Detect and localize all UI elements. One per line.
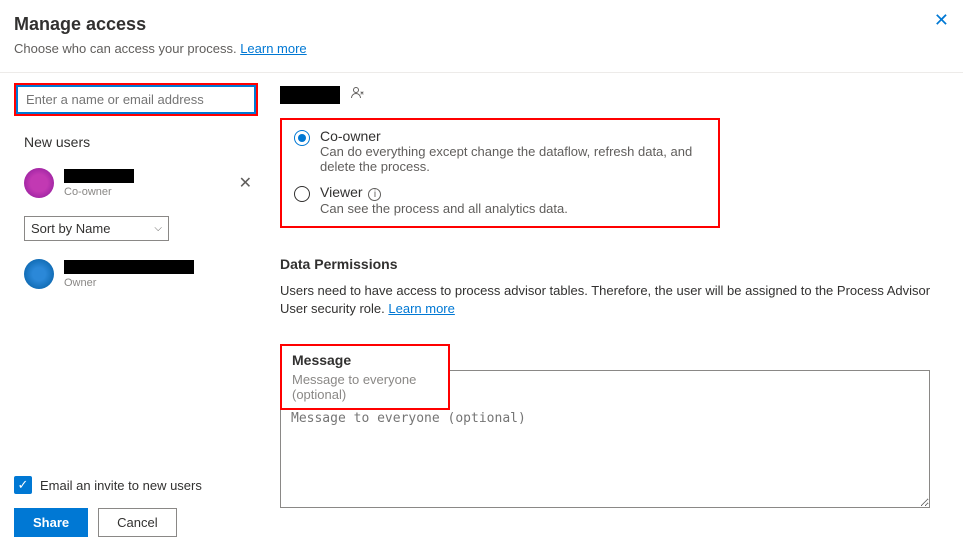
user-role: Co-owner [64, 186, 223, 198]
radio-icon[interactable] [294, 186, 310, 202]
message-title: Message [292, 352, 438, 368]
page-title: Manage access [14, 14, 949, 35]
cancel-button[interactable]: Cancel [98, 508, 176, 537]
role-option-viewer[interactable]: Viewer i Can see the process and all ana… [294, 184, 706, 216]
avatar [24, 168, 54, 198]
permissions-learn-more-link[interactable]: Learn more [388, 301, 454, 316]
radio-selected-icon[interactable] [294, 130, 310, 146]
selected-user-redacted [280, 86, 340, 104]
search-input[interactable] [17, 86, 255, 113]
message-placeholder-preview: Message to everyone (optional) [292, 372, 438, 402]
user-role: Owner [64, 277, 258, 289]
remove-user-icon[interactable]: ✕ [233, 173, 258, 193]
sort-label: Sort by Name [31, 221, 110, 236]
user-name-redacted [64, 260, 194, 274]
close-icon[interactable]: ✕ [934, 10, 949, 31]
role-option-coowner[interactable]: Co-owner Can do everything except change… [294, 128, 706, 174]
avatar [24, 259, 54, 289]
sort-dropdown[interactable]: Sort by Name ⌵ [24, 216, 169, 241]
user-row[interactable]: Co-owner ✕ [14, 164, 258, 202]
role-label: Co-owner [320, 128, 706, 144]
info-icon[interactable]: i [368, 188, 381, 201]
people-icon [350, 85, 366, 104]
page-subtitle: Choose who can access your process. [14, 41, 237, 56]
new-users-heading: New users [24, 134, 258, 150]
permissions-title: Data Permissions [280, 256, 949, 272]
user-row[interactable]: Owner [14, 255, 258, 293]
role-description: Can see the process and all analytics da… [320, 201, 568, 216]
email-invite-checkbox-row[interactable]: ✓ Email an invite to new users [14, 476, 202, 494]
chevron-down-icon: ⌵ [154, 223, 162, 234]
learn-more-link[interactable]: Learn more [240, 41, 306, 56]
user-name-redacted [64, 169, 134, 183]
permissions-text: Users need to have access to process adv… [280, 283, 930, 316]
role-description: Can do everything except change the data… [320, 144, 706, 174]
role-label: Viewer [320, 184, 363, 200]
share-button[interactable]: Share [14, 508, 88, 537]
checkbox-checked-icon[interactable]: ✓ [14, 476, 32, 494]
email-invite-label: Email an invite to new users [40, 478, 202, 493]
